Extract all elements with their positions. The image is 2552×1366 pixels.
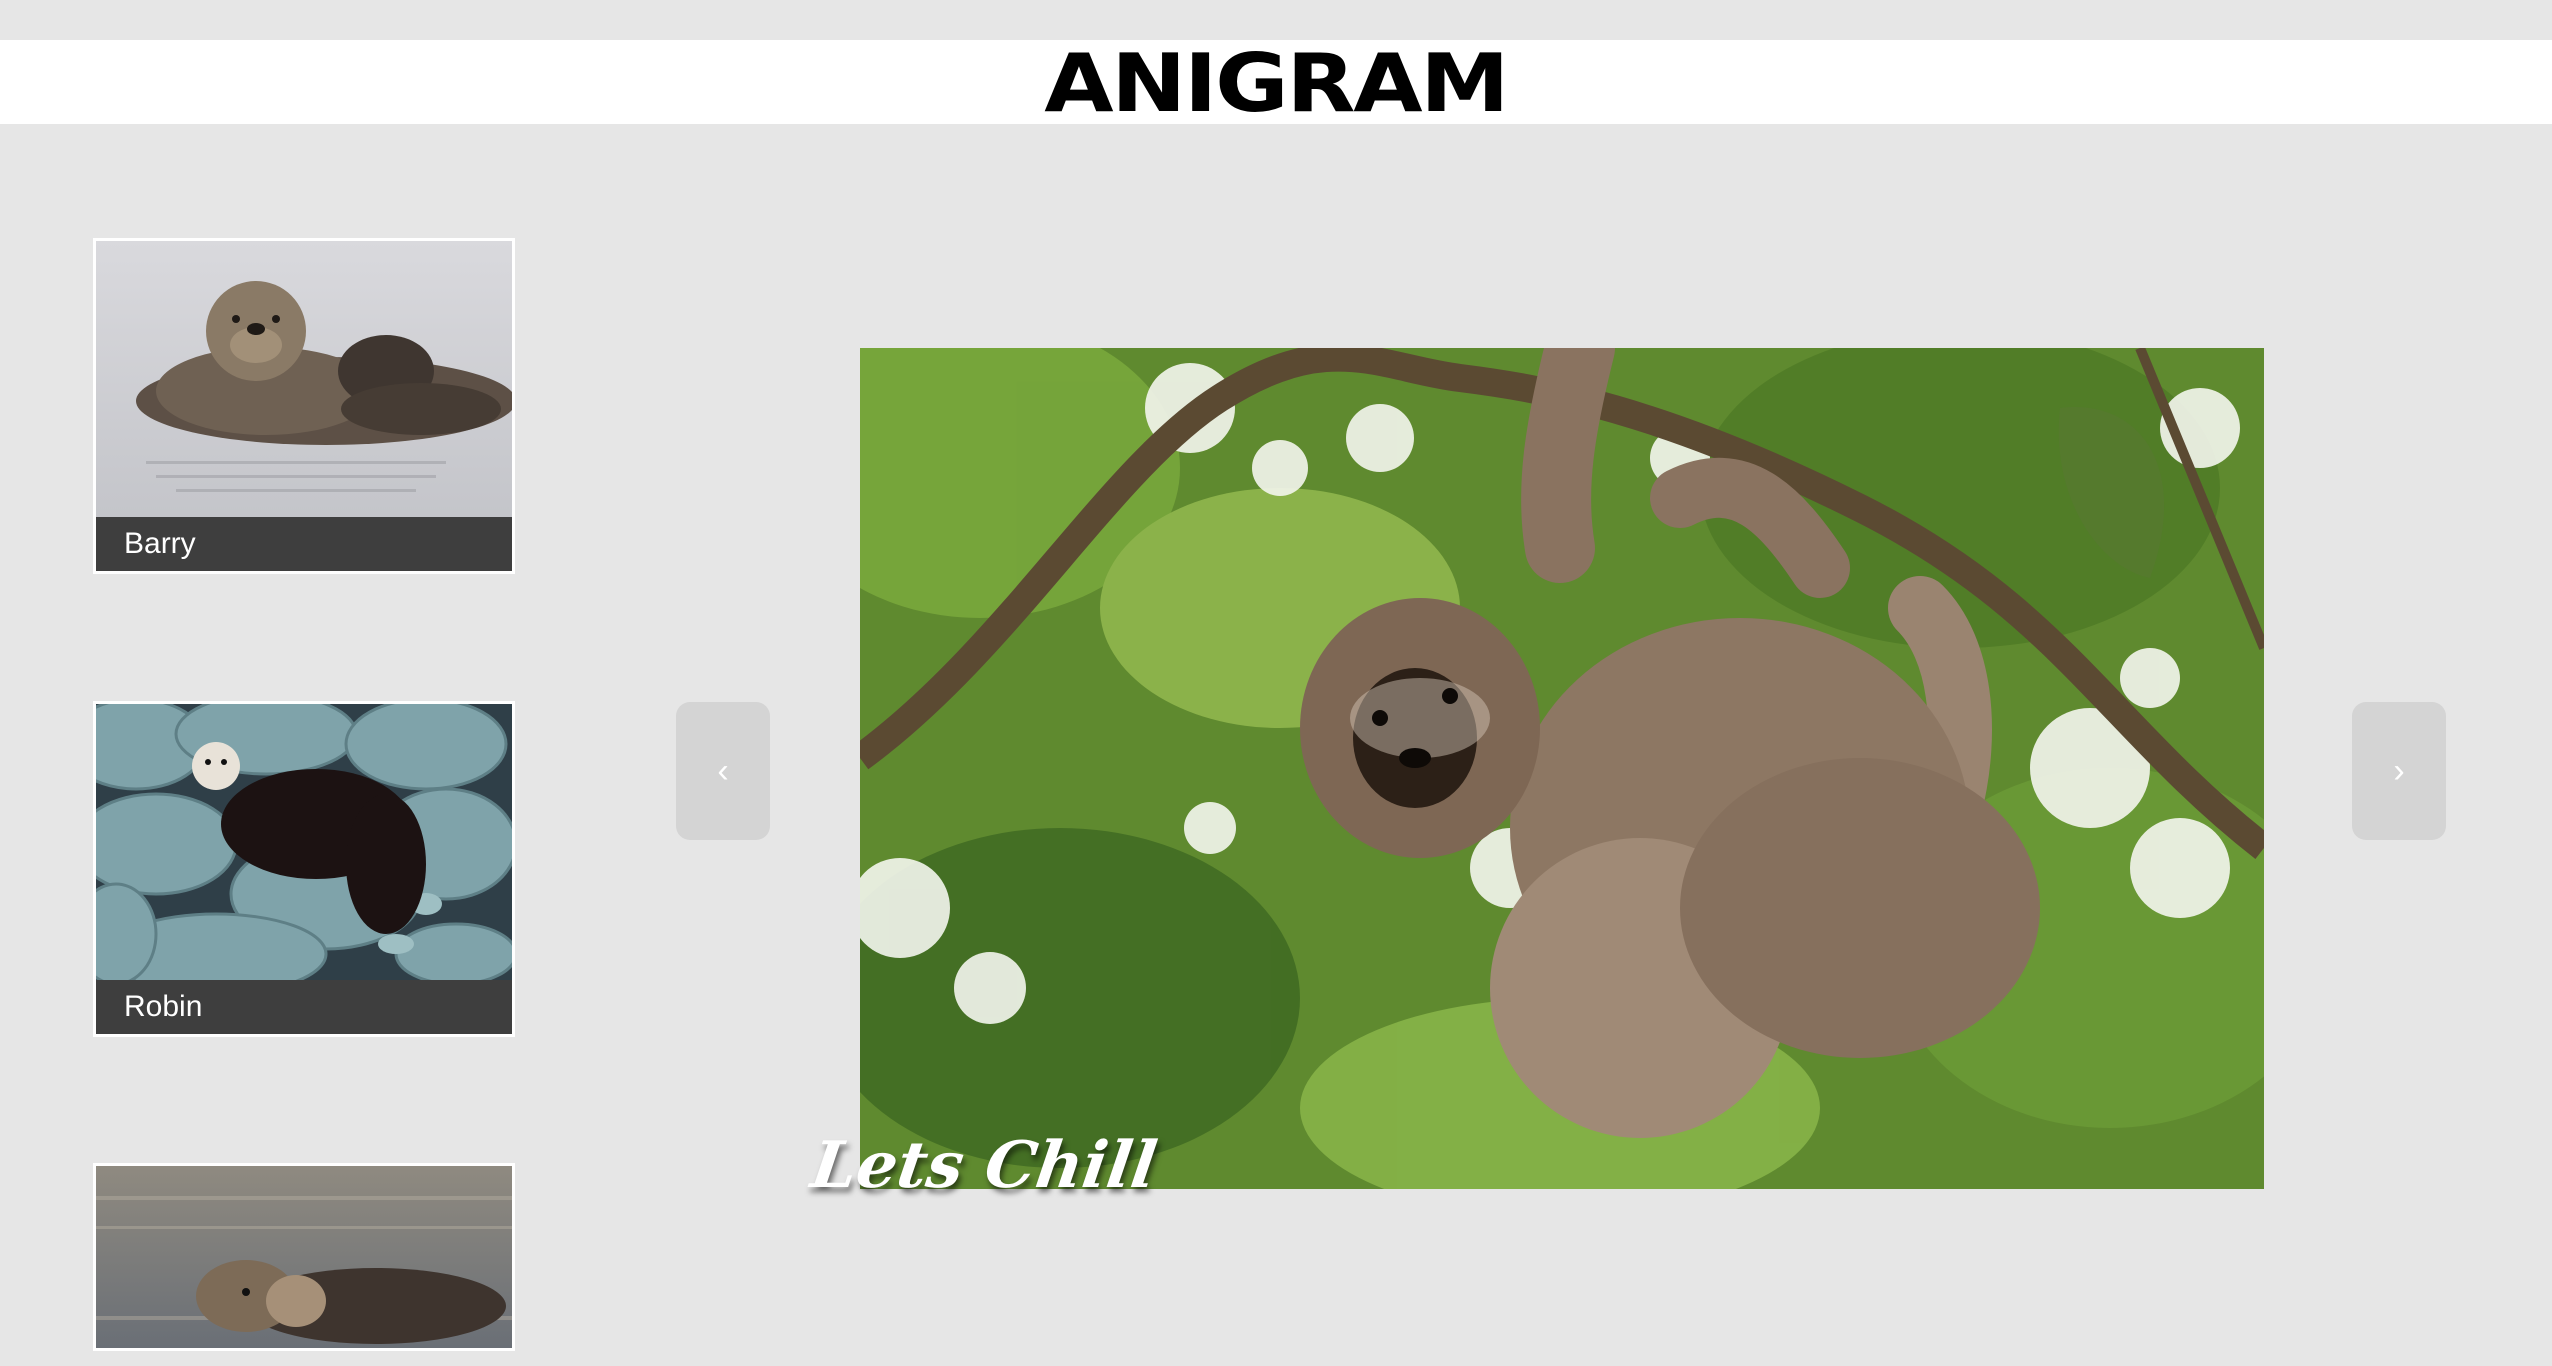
previous-button[interactable]: ‹ [676, 702, 770, 840]
chevron-right-icon: › [2393, 751, 2405, 790]
chevron-left-icon: ‹ [717, 751, 729, 790]
top-strip [0, 0, 2552, 40]
sea-otter-on-rocks-image [96, 704, 512, 980]
anigram-logo[interactable]: ANIGRAM [1044, 44, 1509, 124]
thumbnail-card-robin[interactable]: Robin [93, 701, 515, 1037]
sea-otter-floating-image [96, 241, 512, 517]
next-button[interactable]: › [2352, 702, 2446, 840]
site-header: ANIGRAM [0, 40, 2552, 124]
thumbnail-caption: Robin [96, 980, 512, 1034]
main-image [860, 348, 2264, 1189]
thumbnail-card-3[interactable] [93, 1163, 515, 1351]
thumbnail-caption: Barry [96, 517, 512, 571]
image-caption: Lets Chill [806, 1128, 1162, 1203]
thumbnail-card-barry[interactable]: Barry [93, 238, 515, 574]
sea-otters-in-water-image [96, 1166, 512, 1348]
